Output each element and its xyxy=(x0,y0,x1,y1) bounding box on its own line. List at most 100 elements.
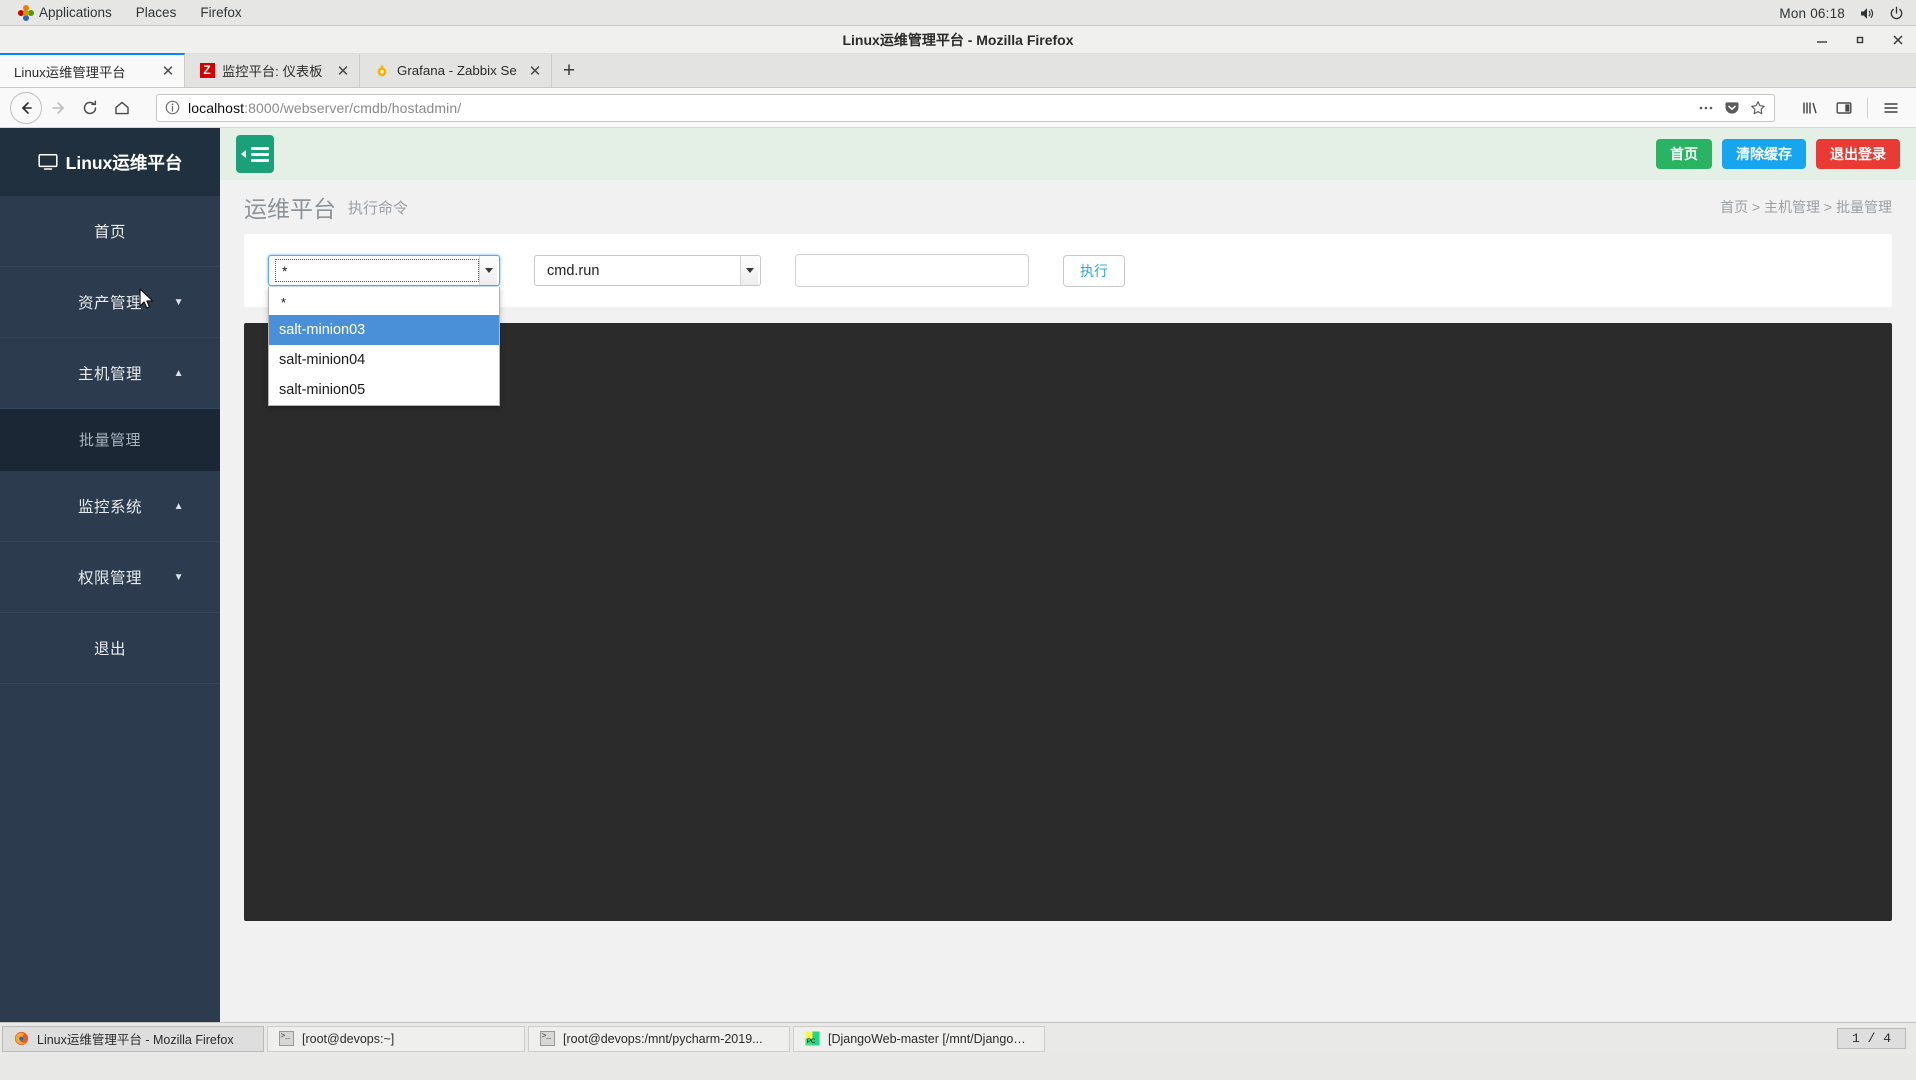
pocket-icon[interactable] xyxy=(1724,100,1740,116)
url-path: :8000/webserver/cmdb/hostadmin/ xyxy=(244,100,461,116)
taskbar-item-label: [root@devops:/mnt/pycharm-2019... xyxy=(563,1032,763,1046)
sidebar-filler xyxy=(0,684,220,1054)
target-option-salt-minion05[interactable]: salt-minion05 xyxy=(269,375,499,405)
reload-icon[interactable] xyxy=(74,92,106,124)
close-icon[interactable] xyxy=(1890,32,1906,48)
places-menu[interactable]: Places xyxy=(124,0,189,25)
star-icon[interactable] xyxy=(1750,100,1766,116)
chevron-up-icon: ▲ xyxy=(174,501,184,512)
url-host: localhost xyxy=(188,100,244,116)
sidebar-item-label: 主机管理 xyxy=(78,362,142,384)
chevron-down-icon[interactable] xyxy=(740,256,758,285)
logout-button[interactable]: 退出登录 xyxy=(1816,139,1900,169)
new-tab-button[interactable]: + xyxy=(552,54,586,87)
app-main: 首页 清除缓存 退出登录 运维平台 执行命令 首页 > 主机管理 > 批量管理 … xyxy=(220,128,1916,1054)
app-topbar: 首页 清除缓存 退出登录 xyxy=(220,128,1916,180)
home-button[interactable]: 首页 xyxy=(1656,139,1712,169)
execute-button[interactable]: 执行 xyxy=(1063,255,1125,287)
sidebar-item-label: 首页 xyxy=(94,220,126,242)
toolbar-divider xyxy=(1867,98,1868,118)
taskbar-item-terminal-1[interactable]: >_ [root@devops:~] xyxy=(267,1026,525,1052)
sidebar-item-monitoring-system[interactable]: 监控系统 ▲ xyxy=(0,471,220,542)
browser-tab-2[interactable]: Z 监控平台: 仪表板 ✕ xyxy=(185,54,360,87)
function-select-value: cmd.run xyxy=(547,263,740,279)
taskbar-item-label: [DjangoWeb-master [/mnt/DjangoW... xyxy=(828,1032,1034,1046)
target-select[interactable]: * xyxy=(268,255,500,286)
sidebar-icon[interactable] xyxy=(1829,93,1859,123)
sidebar-item-label: 退出 xyxy=(94,637,126,659)
taskbar-item-terminal-2[interactable]: >_ [root@devops:/mnt/pycharm-2019... xyxy=(528,1026,790,1052)
sidebar-item-home[interactable]: 首页 xyxy=(0,196,220,267)
zabbix-icon: Z xyxy=(199,63,215,79)
target-select-wrapper: * * salt-minion03 salt-minion04 salt-min… xyxy=(268,255,500,286)
desktop-status-area: Mon 06:18 xyxy=(1779,0,1916,26)
power-icon[interactable] xyxy=(1889,6,1904,21)
minimize-icon[interactable] xyxy=(1814,32,1830,48)
back-arrow-icon[interactable] xyxy=(10,92,42,124)
tab-title: Linux运维管理平台 xyxy=(14,62,150,81)
command-form-row: * * salt-minion03 salt-minion04 salt-min… xyxy=(268,254,1868,287)
firefox-window: Linux运维管理平台 - Mozilla Firefox Linux运维管理平… xyxy=(0,26,1916,1054)
tab-close-icon[interactable]: ✕ xyxy=(333,61,353,81)
chevron-down-icon: ▼ xyxy=(174,297,184,308)
command-form-panel: * * salt-minion03 salt-minion04 salt-min… xyxy=(244,234,1892,307)
sidebar-item-permission-management[interactable]: 权限管理 ▼ xyxy=(0,542,220,613)
volume-icon[interactable] xyxy=(1859,6,1875,21)
argument-input[interactable] xyxy=(795,254,1029,287)
sidebar-item-label: 监控系统 xyxy=(78,495,142,517)
navigation-toolbar: localhost:8000/webserver/cmdb/hostadmin/ xyxy=(0,88,1916,128)
window-title: Linux运维管理平台 - Mozilla Firefox xyxy=(842,30,1073,50)
home-icon[interactable] xyxy=(106,92,138,124)
tab-title: Grafana - Zabbix Server D xyxy=(397,63,517,78)
sidebar-item-label: 权限管理 xyxy=(78,566,142,588)
workspace-indicator[interactable]: 1 / 4 xyxy=(1837,1028,1906,1049)
taskbar-item-pycharm[interactable]: PC [DjangoWeb-master [/mnt/DjangoW... xyxy=(793,1026,1045,1052)
browser-tab-3[interactable]: Grafana - Zabbix Server D ✕ xyxy=(360,54,552,87)
sidebar-item-batch-management[interactable]: 批量管理 xyxy=(0,409,220,471)
desktop-clock[interactable]: Mon 06:18 xyxy=(1779,6,1845,21)
window-titlebar: Linux运维管理平台 - Mozilla Firefox xyxy=(0,26,1916,54)
target-option-salt-minion03[interactable]: salt-minion03 xyxy=(269,315,499,345)
tab-close-icon[interactable]: ✕ xyxy=(525,61,545,81)
maximize-icon[interactable] xyxy=(1852,32,1868,48)
taskbar-item-label: Linux运维管理平台 - Mozilla Firefox xyxy=(37,1029,234,1048)
page-actions-icon[interactable] xyxy=(1698,100,1714,116)
target-option-all[interactable]: * xyxy=(269,289,499,315)
forward-arrow-icon[interactable] xyxy=(42,92,74,124)
taskbar-item-firefox[interactable]: Linux运维管理平台 - Mozilla Firefox xyxy=(2,1026,264,1052)
app-brand[interactable]: Linux运维平台 xyxy=(0,128,220,196)
terminal-icon: >_ xyxy=(539,1031,555,1047)
chevron-down-icon: ▼ xyxy=(174,572,184,583)
sidebar-item-logout[interactable]: 退出 xyxy=(0,613,220,684)
function-select[interactable]: cmd.run xyxy=(534,255,761,286)
info-icon[interactable] xyxy=(165,100,180,115)
topbar-actions: 首页 清除缓存 退出登录 xyxy=(1656,139,1900,169)
pycharm-icon: PC xyxy=(804,1031,820,1047)
breadcrumb: 首页 > 主机管理 > 批量管理 xyxy=(1720,197,1892,217)
target-option-salt-minion04[interactable]: salt-minion04 xyxy=(269,345,499,375)
sidebar-toggle-icon[interactable] xyxy=(236,135,274,173)
url-bar-actions xyxy=(1698,100,1766,116)
library-icon[interactable] xyxy=(1795,93,1825,123)
applications-menu[interactable]: Applications xyxy=(6,0,124,25)
url-bar[interactable]: localhost:8000/webserver/cmdb/hostadmin/ xyxy=(156,94,1775,122)
app-brand-label: Linux运维平台 xyxy=(66,150,183,175)
chevron-down-icon[interactable] xyxy=(479,256,497,285)
console-output xyxy=(244,323,1892,921)
taskbar-item-label: [root@devops:~] xyxy=(302,1032,394,1046)
firefox-icon xyxy=(13,1031,29,1047)
taskbar: Linux运维管理平台 - Mozilla Firefox >_ [root@d… xyxy=(0,1022,1916,1054)
sidebar-item-label: 资产管理 xyxy=(78,291,142,313)
clear-cache-button[interactable]: 清除缓存 xyxy=(1722,139,1806,169)
page-subtitle: 执行命令 xyxy=(348,197,408,218)
page-title: 运维平台 xyxy=(244,190,336,224)
tab-close-icon[interactable]: ✕ xyxy=(158,61,178,81)
firefox-menu[interactable]: Firefox xyxy=(188,0,253,25)
hamburger-menu-icon[interactable] xyxy=(1876,93,1906,123)
sidebar-item-asset-management[interactable]: 资产管理 ▼ xyxy=(0,267,220,338)
window-controls xyxy=(1814,26,1906,54)
sidebar-item-host-management[interactable]: 主机管理 ▲ xyxy=(0,338,220,409)
browser-tab-1[interactable]: Linux运维管理平台 ✕ xyxy=(0,53,185,87)
url-text[interactable]: localhost:8000/webserver/cmdb/hostadmin/ xyxy=(188,100,1698,116)
sidebar-item-label: 批量管理 xyxy=(79,429,141,450)
